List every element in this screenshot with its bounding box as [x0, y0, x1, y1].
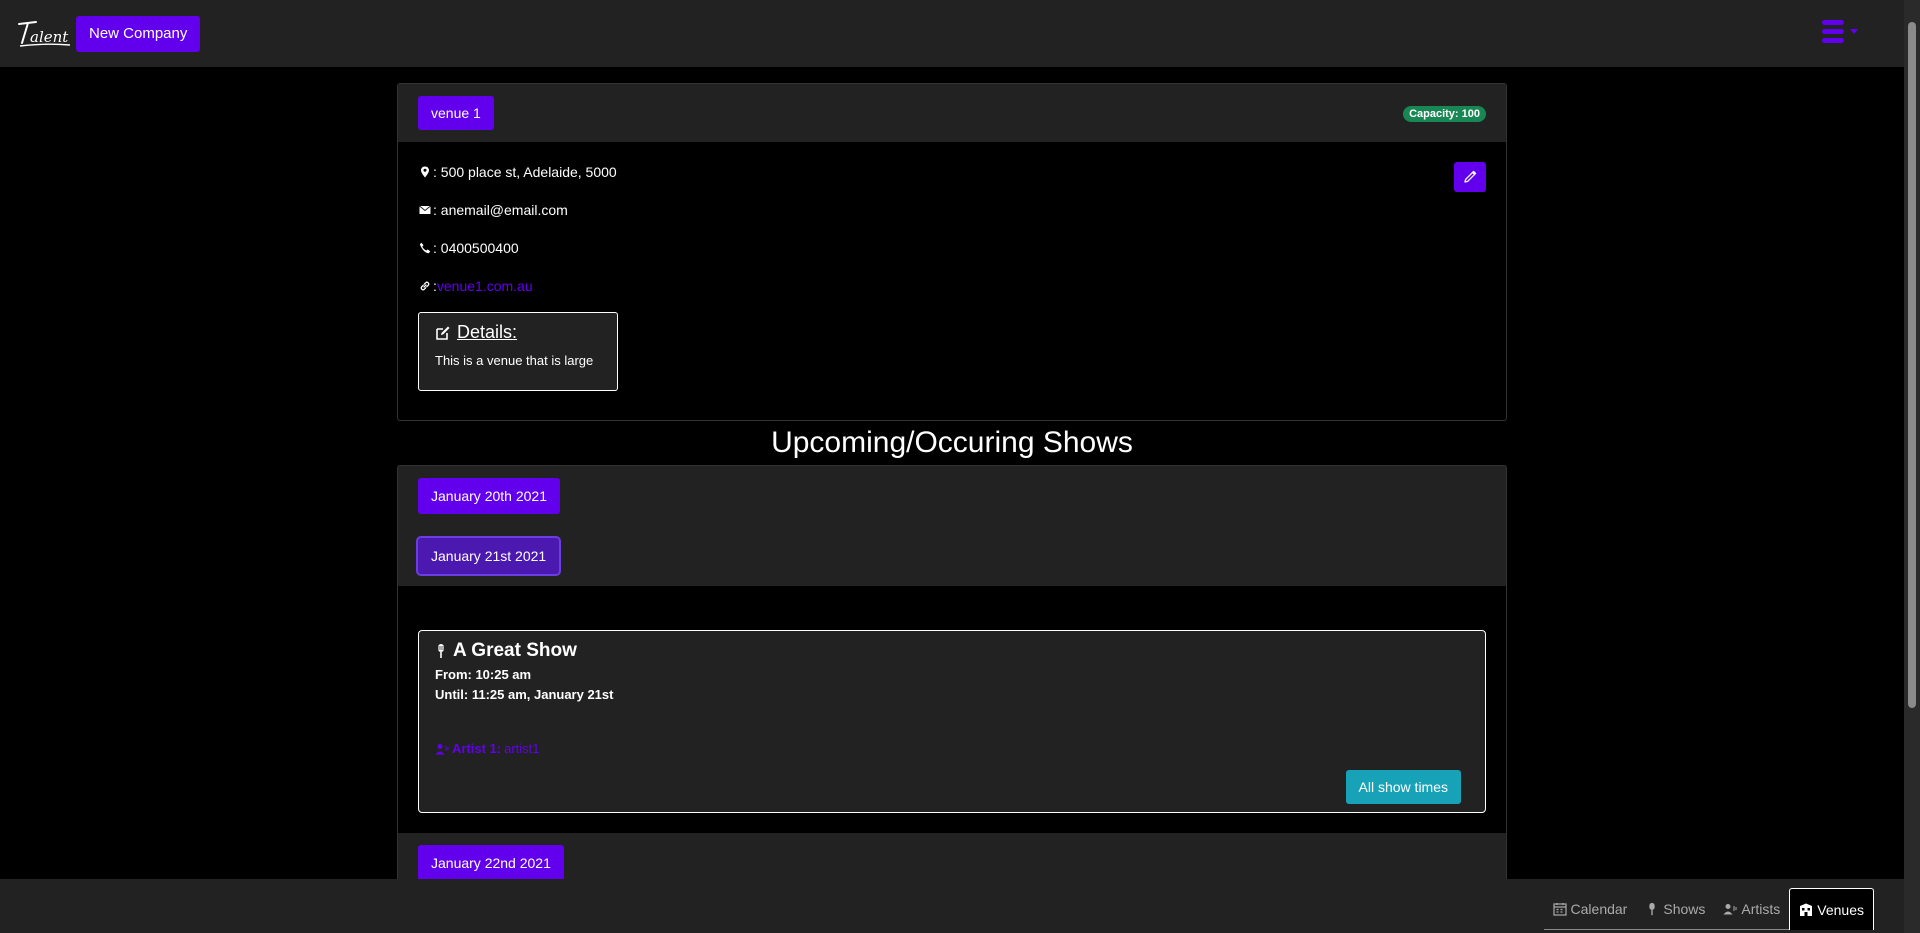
pencil-icon — [1464, 170, 1477, 183]
calendar-icon — [1552, 903, 1567, 916]
artist-link[interactable]: artist1 — [504, 741, 539, 756]
details-title: Details: — [457, 322, 518, 342]
website-line: : venue1.com.au — [418, 276, 1486, 296]
talent-logo[interactable]: alent — [16, 16, 72, 52]
email-line: : anemail@email.com — [418, 200, 1486, 220]
link-icon — [418, 279, 432, 293]
edit-note-icon — [436, 326, 450, 340]
date-row: January 21st 2021 — [398, 526, 1506, 586]
upcoming-shows-heading: Upcoming/Occuring Shows — [771, 426, 1133, 459]
address-text: : 500 place st, Adelaide, 5000 — [433, 164, 617, 180]
building-icon — [1800, 903, 1813, 916]
shows-accordion: January 20th 2021 January 21st 2021 A Gr… — [397, 465, 1507, 894]
tab-shows-label: Shows — [1663, 901, 1706, 917]
tab-venues[interactable]: Venues — [1789, 888, 1874, 930]
show-title: A Great Show — [453, 640, 577, 661]
venue-name-button[interactable]: venue 1 — [418, 96, 494, 130]
details-text: This is a venue that is large — [435, 353, 594, 368]
tab-calendar-label: Calendar — [1570, 901, 1628, 917]
main-content: venue 1 Capacity: 100 : 500 place st, Ad… — [397, 83, 1507, 894]
scrollbar-thumb[interactable] — [1908, 22, 1916, 708]
page-scrollbar[interactable] — [1904, 0, 1920, 933]
website-link[interactable]: venue1.com.au — [437, 278, 533, 294]
phone-icon — [418, 241, 432, 255]
venue-card-body: : 500 place st, Adelaide, 5000 : anemail… — [398, 142, 1506, 420]
caret-down-icon — [1850, 29, 1858, 34]
top-navbar: alent New Company — [0, 0, 1904, 67]
all-show-times-button[interactable]: All show times — [1345, 770, 1461, 804]
date-button[interactable]: January 20th 2021 — [418, 478, 560, 514]
show-until: Until: 11:25 am, January 21st — [435, 687, 614, 702]
tab-venues-label: Venues — [1817, 901, 1864, 918]
artist-label: Artist 1: — [452, 741, 502, 756]
tab-artists[interactable]: Artists — [1714, 888, 1789, 930]
person-icon — [1723, 904, 1737, 915]
details-box: Details: This is a venue that is large — [418, 312, 618, 391]
details-heading: Details: — [435, 322, 601, 343]
show-title-row: A Great Show — [435, 640, 1469, 662]
envelope-icon — [418, 203, 432, 217]
edit-venue-button[interactable] — [1454, 162, 1486, 192]
microphone-icon — [1649, 902, 1655, 916]
bottom-tabs: Calendar Shows Artists Venues — [1543, 888, 1874, 930]
tab-shows[interactable]: Shows — [1636, 888, 1714, 930]
bottom-navbar: Calendar Shows Artists Venues — [0, 879, 1904, 933]
date-button-active[interactable]: January 21st 2021 — [418, 538, 560, 574]
address-line: : 500 place st, Adelaide, 5000 — [418, 162, 1486, 182]
capacity-badge: Capacity: 100 — [1403, 106, 1486, 122]
hamburger-menu-button[interactable] — [1822, 20, 1858, 43]
talent-logo-icon: alent — [18, 20, 71, 47]
date-expanded-panel: A Great Show From: 10:25 am Until: 11:25… — [398, 586, 1506, 833]
tab-artists-label: Artists — [1741, 901, 1781, 917]
email-text: : anemail@email.com — [433, 202, 568, 218]
tab-calendar[interactable]: Calendar — [1544, 888, 1637, 930]
date-row: January 20th 2021 — [398, 466, 1506, 526]
location-pin-icon — [418, 165, 432, 179]
hamburger-menu-icon — [1822, 20, 1844, 43]
phone-text: : 0400500400 — [433, 240, 519, 256]
show-from: From: 10:25 am — [435, 667, 532, 682]
svg-text:alent: alent — [30, 28, 69, 46]
date-button[interactable]: January 22nd 2021 — [418, 845, 564, 881]
person-icon — [435, 743, 449, 754]
new-company-button[interactable]: New Company — [76, 15, 201, 52]
venue-card-header: venue 1 Capacity: 100 — [398, 84, 1506, 142]
phone-line: : 0400500400 — [418, 238, 1486, 258]
microphone-icon — [438, 644, 444, 658]
show-card: A Great Show From: 10:25 am Until: 11:25… — [418, 630, 1486, 813]
artist-line: Artist 1: artist1 — [435, 741, 540, 756]
venue-card: venue 1 Capacity: 100 : 500 place st, Ad… — [397, 83, 1507, 421]
